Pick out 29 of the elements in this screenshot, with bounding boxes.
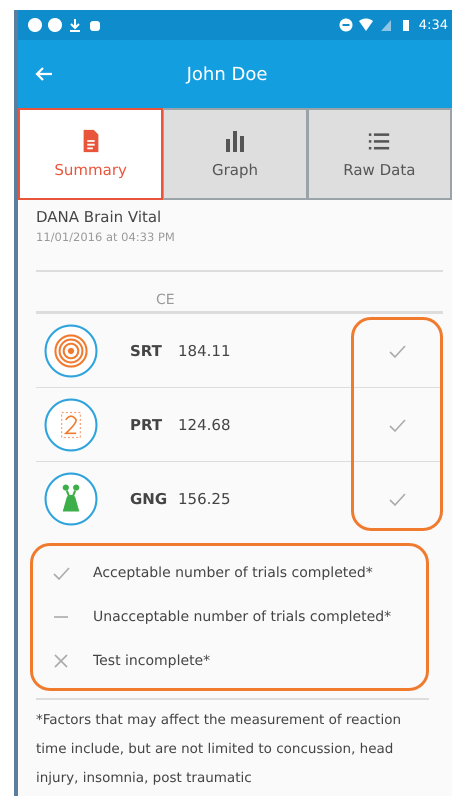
download-icon [68,18,82,32]
test-code: SRT [130,342,163,360]
test-date: 11/01/2016 at 04:33 PM [36,230,176,244]
target-icon [44,324,98,378]
legend-label: Test incomplete* [93,653,210,669]
creature-icon [44,472,98,526]
do-not-disturb-icon [338,18,353,32]
tab[interactable]: Raw Data [308,108,452,200]
wifi-icon [358,18,373,32]
notification-dot-icon [48,18,62,32]
dash-icon [54,616,68,618]
tab[interactable]: Graph [163,108,308,200]
footnote-text: *Factors that may affect the measurement of reaction time include, but are not limited to concussion, head injury, insomnia, post traumatic [36,711,402,788]
test-score: 124.68 [178,416,232,434]
legend-label: Acceptable number of trials completed* [93,565,373,581]
test-title: DANA Brain Vital [36,208,162,226]
test-code: GNG [130,490,168,508]
legend-label: Unacceptable number of trials completed* [93,609,392,625]
screen-title: John Doe [184,64,268,84]
test-score: 156.25 [178,490,232,508]
column-header: CE [155,291,176,310]
status-time: 4:34 [418,18,448,32]
no-signal-icon [378,18,393,32]
test-score: 184.11 [178,342,232,360]
bar-chart-icon [224,129,246,153]
tab[interactable]: Summary [18,108,164,200]
number-card-icon [44,398,98,452]
test-code: PRT [130,416,164,434]
notification-dot-icon [28,18,42,32]
